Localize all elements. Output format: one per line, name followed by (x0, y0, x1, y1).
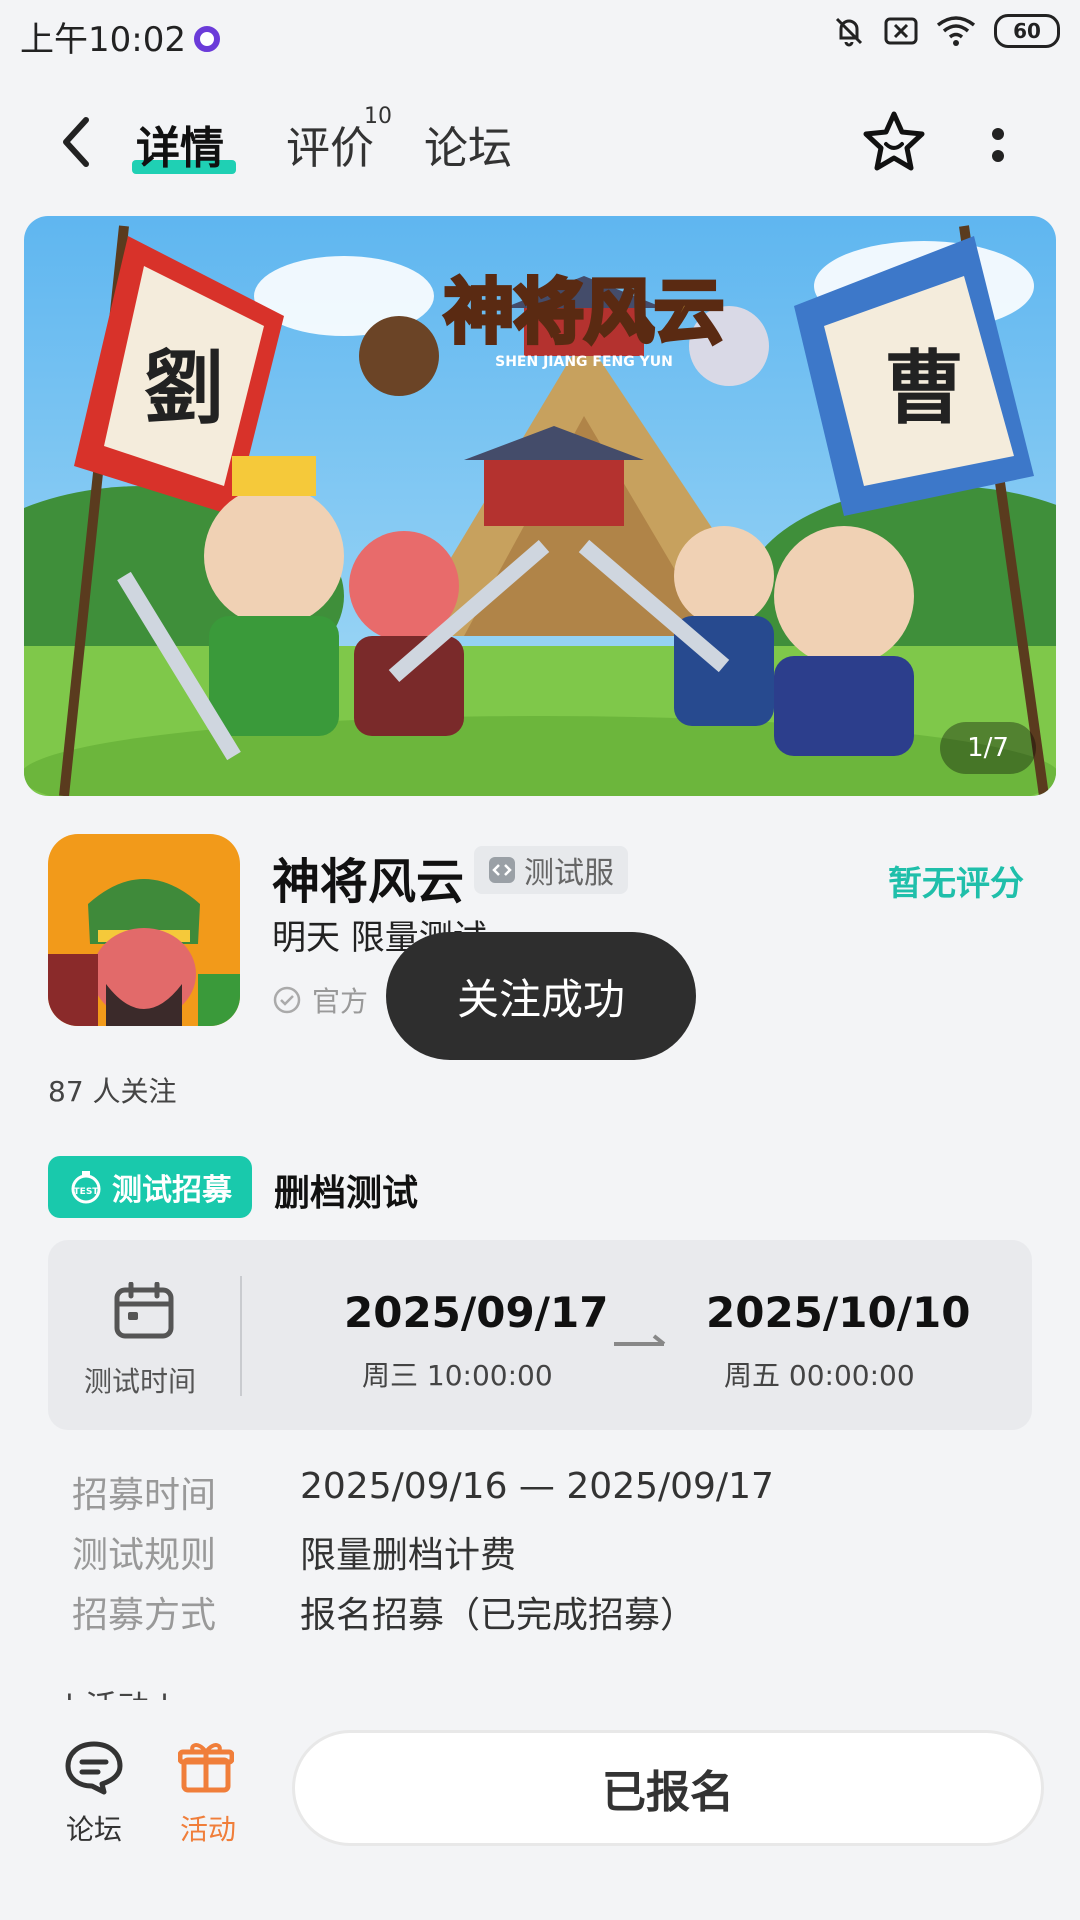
battery-level: 60 (1013, 19, 1041, 43)
notification-dot-icon (194, 26, 220, 52)
forum-nav-label[interactable]: 论坛 (66, 1808, 122, 1848)
recruit-method-key: 招募方式 (72, 1595, 217, 1636)
card-divider (240, 1276, 242, 1396)
recruit-type: 删档测试 (274, 1173, 419, 1214)
banner-artwork: 劉 曹 神将风云 SHEN JIANG FENG YUN (24, 216, 1056, 796)
app-icon (48, 834, 240, 1026)
test-server-label: 测试服 (524, 856, 614, 891)
test-rule-value: 限量删档计费 (300, 1535, 517, 1576)
verified-check-icon (273, 986, 301, 1014)
app-icon-art (48, 834, 240, 1026)
recruit-method-value: 报名招募（已完成招募） (300, 1595, 697, 1636)
more-menu-icon[interactable] (990, 126, 1006, 166)
official-label: 官方 (312, 985, 369, 1018)
code-icon (489, 857, 515, 883)
test-time-label: 测试时间 (84, 1365, 197, 1398)
signed-up-button[interactable]: 已报名 (292, 1730, 1044, 1846)
end-date: 2025/10/10 (706, 1288, 971, 1337)
test-timer-icon: TEST (71, 1171, 101, 1204)
battery-icon: 60 (994, 14, 1060, 48)
official-verified: 官方 (272, 980, 368, 1020)
game-logo-subtext: SHEN JIANG FENG YUN (495, 354, 673, 370)
start-date-detail: 周三 10:00:00 (362, 1359, 553, 1392)
test-server-tag: 测试服 (474, 846, 628, 894)
favorite-star-icon[interactable] (862, 110, 926, 172)
recruit-badge-label: 测试招募 (112, 1173, 232, 1208)
followers-count: 87 人关注 (48, 1075, 177, 1108)
date-range-arrow-icon (614, 1334, 666, 1346)
rating-text: 暂无评分 (888, 864, 1024, 904)
svg-text:TEST: TEST (74, 1187, 100, 1197)
reviews-count-badge: 10 (364, 104, 392, 129)
game-logo-text: 神将风云 (444, 270, 724, 353)
recruit-time-key: 招募时间 (72, 1475, 217, 1516)
start-date: 2025/09/17 (344, 1288, 609, 1337)
tab-forum[interactable]: 论坛 (424, 112, 512, 176)
recruit-time-value: 2025/09/16 — 2025/09/17 (300, 1466, 774, 1507)
calendar-icon (114, 1282, 174, 1339)
wifi-icon (936, 16, 976, 46)
test-rule-key: 测试规则 (72, 1535, 217, 1576)
follow-success-toast: 关注成功 (386, 932, 696, 1060)
end-date-detail: 周五 00:00:00 (724, 1359, 915, 1392)
sim-x-icon (884, 17, 918, 45)
flag-right-text: 曹 (884, 341, 964, 435)
tab-reviews[interactable]: 评价 (286, 112, 374, 176)
forum-chat-icon[interactable] (64, 1740, 124, 1796)
flag-left-text: 劉 (144, 341, 224, 435)
screenshot-carousel[interactable]: 劉 曹 神将风云 SHEN JIANG FENG YUN (24, 216, 1056, 796)
mute-bell-icon (835, 17, 863, 47)
app-title: 神将风云 (272, 854, 465, 910)
back-arrow-icon[interactable] (56, 112, 96, 172)
carousel-counter: 1/7 (940, 722, 1036, 774)
test-recruit-badge: TEST 测试招募 (48, 1156, 252, 1218)
tab-details[interactable]: 详情 (136, 112, 224, 176)
activity-nav-label[interactable]: 活动 (180, 1808, 236, 1848)
status-icons: 60 (832, 14, 1060, 48)
status-time: 上午10:02 (20, 20, 186, 60)
gift-icon[interactable] (178, 1738, 234, 1794)
